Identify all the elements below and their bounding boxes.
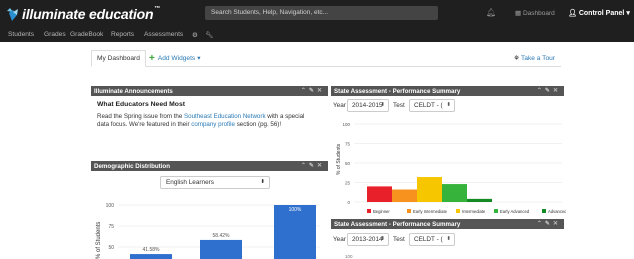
- test-select[interactable]: CELDT - (⬍: [409, 233, 455, 246]
- wrench-icon[interactable]: 🔧︎: [205, 31, 213, 39]
- legend-swatch: [367, 209, 371, 213]
- legend-label: Advanced: [548, 209, 566, 214]
- tab-my-dashboard[interactable]: My Dashboard: [91, 50, 146, 67]
- bar: [392, 189, 417, 202]
- dashboard-label: Dashboard: [522, 10, 555, 17]
- y-tick-label: 75: [345, 142, 351, 147]
- bar: [367, 186, 392, 202]
- y-tick-label: 50: [345, 161, 351, 166]
- year-label: Year: [333, 102, 346, 109]
- select-caret-icon: ⬍: [380, 236, 385, 242]
- user-icon: 👤︎: [568, 10, 577, 17]
- year-select[interactable]: 2014-2015 ⬍: [347, 99, 389, 112]
- panel-title: Demographic Distribution: [94, 163, 170, 170]
- bar: [200, 239, 242, 259]
- state-assessment-panel-header: State Assessment - Performance Summary ⌃…: [331, 86, 564, 96]
- y-tick-label: 50: [108, 245, 114, 251]
- dashboard-tabs: My Dashboard + Add Widgets ▾ ⛯ Take a To…: [91, 50, 561, 67]
- data-label: 58.42%: [213, 233, 231, 239]
- announcement-body: Read the Spring issue from the Southeast…: [97, 113, 305, 128]
- performance-chart: % of Students 0 25 50 75 100 Beginner Early In…: [336, 122, 566, 214]
- select-caret-icon: ⬍: [380, 102, 385, 108]
- select-caret-icon: ⬍: [446, 236, 451, 242]
- logo-text: illuminate education™: [22, 6, 161, 22]
- gear-icon[interactable]: ⚙: [192, 31, 198, 39]
- panel-title: Illuminate Announcements: [94, 88, 173, 95]
- logo-mark-icon: [6, 6, 19, 22]
- panel-controls[interactable]: ⌃✎✕: [537, 220, 561, 227]
- binoculars-icon: ⛯: [514, 55, 520, 62]
- nav-item-gradebook[interactable]: GradeBook: [70, 31, 103, 38]
- main-nav: Students Grades GradeBook Reports Assess…: [0, 28, 634, 42]
- control-panel-label: Control Panel: [578, 10, 625, 17]
- nav-item-assessments[interactable]: Assessments: [144, 31, 183, 38]
- legend-swatch: [407, 209, 411, 213]
- nav-item-reports[interactable]: Reports: [111, 31, 134, 38]
- y-tick-label: 100: [106, 203, 115, 209]
- y-axis-label: % of Students: [96, 222, 102, 259]
- announcements-panel-header: Illuminate Announcements ⌃✎✕: [91, 86, 328, 96]
- add-widgets-button[interactable]: + Add Widgets ▾: [149, 52, 201, 64]
- nav-item-students[interactable]: Students: [8, 31, 34, 38]
- top-bar: illuminate education™ Search Students, H…: [0, 0, 634, 28]
- company-profile-link[interactable]: company profile: [191, 121, 235, 128]
- legend-swatch: [456, 209, 460, 213]
- demographic-chart: % of Students 50 75 100 41.58% 58.42% 100%: [96, 203, 320, 259]
- dashboard-link[interactable]: ▦ Dashboard: [515, 9, 555, 17]
- bar: [442, 184, 467, 202]
- test-label: Test: [393, 236, 405, 243]
- legend-label: Early Intermediate: [413, 209, 448, 214]
- select-caret-icon: ⬍: [446, 102, 451, 108]
- demographic-panel-header: Demographic Distribution ⌃✎✕: [91, 161, 328, 171]
- legend-swatch: [542, 209, 546, 213]
- select-caret-icon: ⬍: [260, 179, 265, 185]
- bar: [417, 177, 442, 202]
- panel-controls[interactable]: ⌃✎✕: [301, 87, 325, 94]
- legend-label: Beginner: [373, 209, 390, 214]
- bar: [130, 254, 172, 259]
- legend-label: Early Advanced: [500, 209, 530, 214]
- search-input[interactable]: Search Students, Help, Navigation, etc..…: [205, 6, 438, 20]
- panel-controls[interactable]: ⌃✎✕: [301, 162, 325, 169]
- take-tour-link[interactable]: ⛯ Take a Tour: [514, 55, 555, 63]
- bar: [274, 205, 316, 259]
- year-label: Year: [333, 236, 346, 243]
- year-select[interactable]: 2013-2014 ⬍: [347, 233, 389, 246]
- panel-title: State Assessment - Performance Summary: [334, 221, 461, 228]
- legend-swatch: [494, 209, 498, 213]
- y-tick-label: 0: [347, 200, 350, 205]
- panel-title: State Assessment - Performance Summary: [334, 88, 461, 95]
- y-axis-label: % of Students: [336, 143, 342, 175]
- add-widgets-label: Add Widgets: [157, 54, 196, 62]
- test-label: Test: [393, 102, 405, 109]
- test-select[interactable]: CELDT - (⬍: [409, 99, 455, 112]
- chevron-down-icon: ▾: [626, 10, 630, 17]
- data-label: 41.58%: [143, 247, 161, 253]
- y-tick-label: 100: [345, 254, 353, 259]
- bell-icon[interactable]: 🔔︎: [486, 8, 496, 17]
- bar: [467, 198, 492, 202]
- panel-controls[interactable]: ⌃✎✕: [537, 87, 561, 94]
- nav-item-grades[interactable]: Grades: [44, 31, 66, 38]
- legend-label: Intermediate: [462, 209, 486, 214]
- plus-icon: +: [149, 52, 155, 64]
- take-tour-label: Take a Tour: [521, 55, 555, 62]
- southeast-link[interactable]: Southeast Education Network: [184, 113, 266, 120]
- state-assessment-panel-header-2: State Assessment - Performance Summary ⌃…: [331, 219, 564, 229]
- chevron-down-icon: ▾: [197, 55, 201, 62]
- y-tick-label: 75: [108, 224, 114, 230]
- announcement-title: What Educators Need Most: [97, 101, 185, 108]
- control-panel-menu[interactable]: 👤︎ Control Panel ▾: [568, 9, 630, 17]
- data-label: 100%: [289, 207, 302, 213]
- logo[interactable]: illuminate education™: [6, 5, 160, 23]
- y-tick-label: 100: [342, 122, 350, 127]
- y-tick-label: 25: [345, 181, 351, 186]
- demographic-select[interactable]: English Learners ⬍: [160, 176, 270, 189]
